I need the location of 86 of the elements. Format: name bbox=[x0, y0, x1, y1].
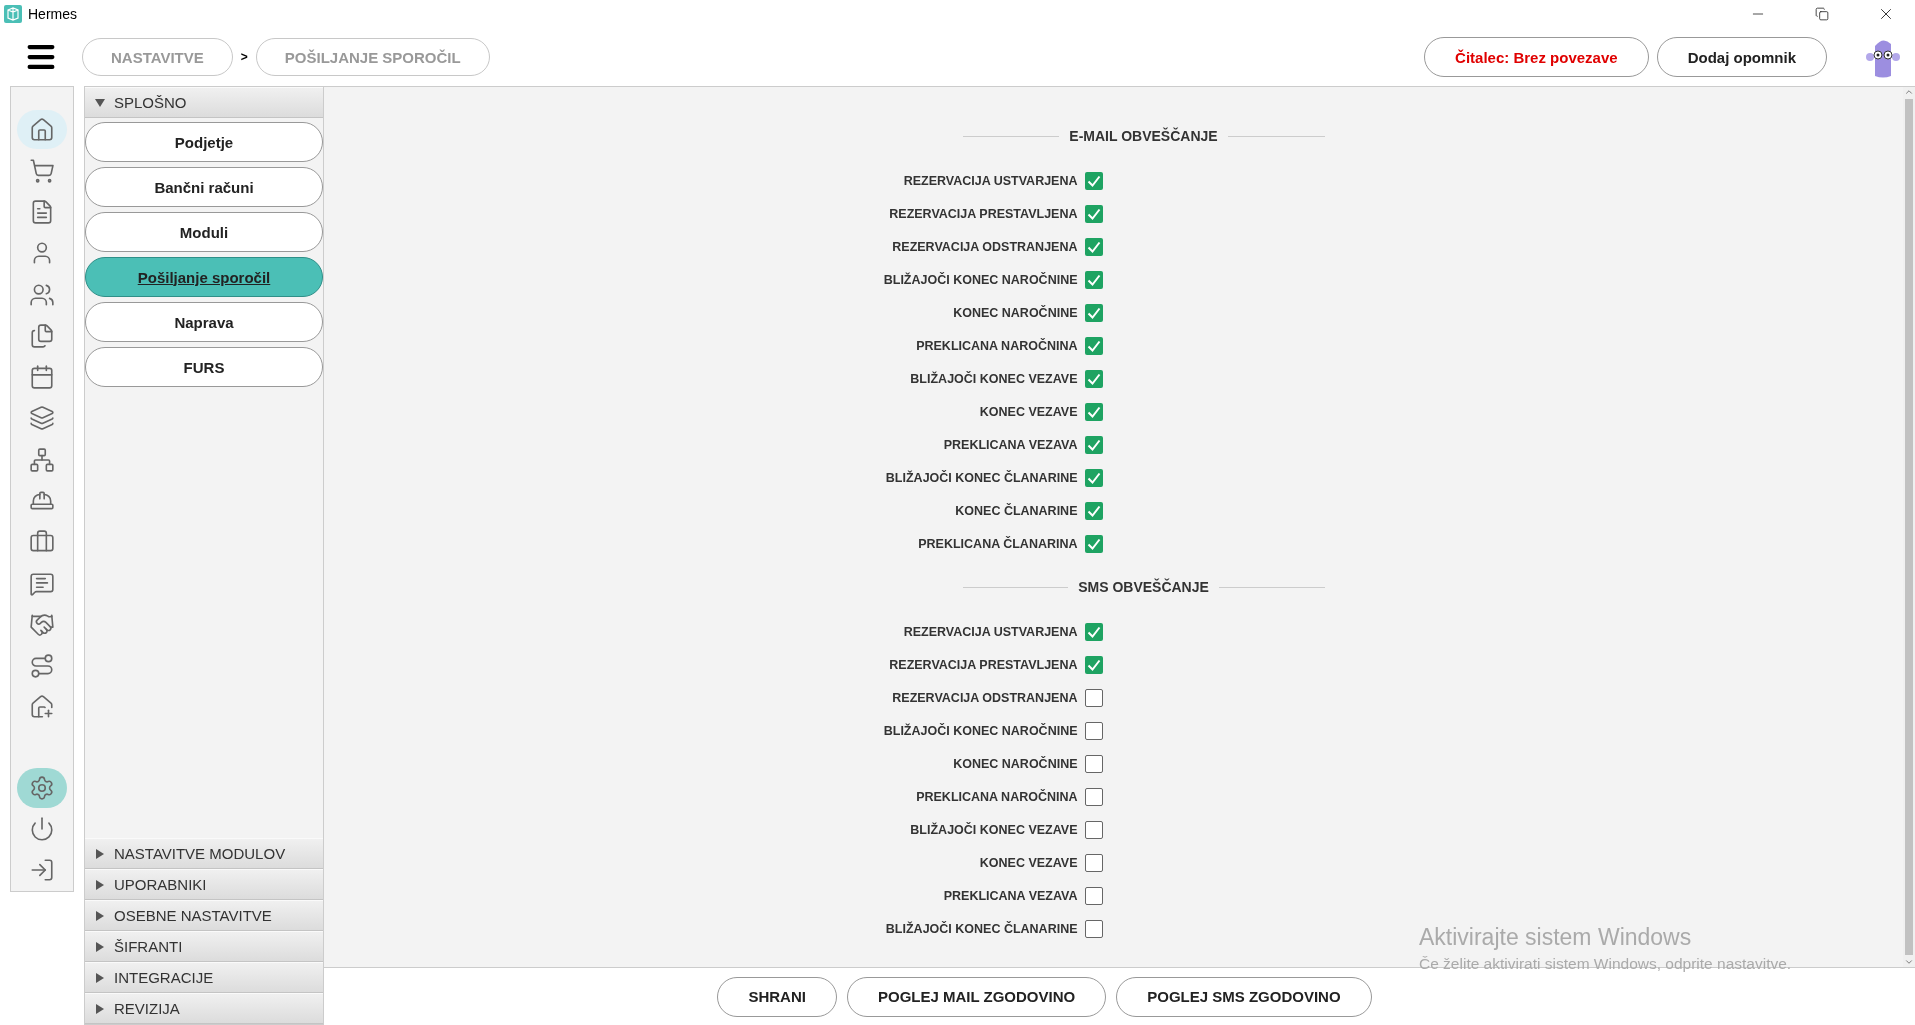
accordion-header[interactable]: ŠIFRANTI bbox=[85, 931, 323, 962]
option-label: KONEC ČLANARINE bbox=[955, 503, 1078, 518]
accordion-title: UPORABNIKI bbox=[114, 876, 207, 893]
checkbox[interactable] bbox=[1084, 820, 1103, 839]
accordion-header[interactable]: OSEBNE NASTAVITVE bbox=[85, 900, 323, 931]
checkbox[interactable] bbox=[1084, 688, 1103, 707]
option-label: BLIŽAJOČI KONEC VEZAVE bbox=[910, 371, 1078, 386]
checkbox[interactable] bbox=[1084, 886, 1103, 905]
expand-icon bbox=[96, 848, 104, 859]
checkbox[interactable] bbox=[1084, 721, 1103, 740]
checkbox[interactable] bbox=[1084, 402, 1103, 421]
option-label: PREKLICANA VEZAVA bbox=[943, 437, 1078, 452]
option-label: REZERVACIJA PRESTAVLJENA bbox=[889, 657, 1078, 672]
breadcrumb-separator: > bbox=[240, 50, 248, 64]
accordion-title: INTEGRACIJE bbox=[114, 969, 214, 986]
accordion-header[interactable]: NASTAVITVE MODULOV bbox=[85, 838, 323, 869]
expand-icon bbox=[96, 910, 104, 921]
accordion-header[interactable]: REVIZIJA bbox=[85, 993, 323, 1024]
option-label: BLIŽAJOČI KONEC NAROČNINE bbox=[883, 272, 1078, 287]
sidebar-item[interactable]: Moduli bbox=[85, 212, 323, 252]
option-label: PREKLICANA NAROČNINA bbox=[916, 338, 1078, 353]
home-icon[interactable] bbox=[17, 110, 67, 150]
option-label: BLIŽAJOČI KONEC ČLANARINE bbox=[885, 470, 1078, 485]
sidebar-item[interactable]: FURS bbox=[85, 347, 323, 387]
checkbox[interactable] bbox=[1084, 336, 1103, 355]
activation-text: Če želite aktivirati sistem Windows, odprite nastavitve. bbox=[1419, 955, 1792, 973]
checkbox[interactable] bbox=[1084, 369, 1103, 388]
checkbox[interactable] bbox=[1084, 787, 1103, 806]
option-label: BLIŽAJOČI KONEC ČLANARINE bbox=[885, 921, 1078, 936]
option-label: KONEC VEZAVE bbox=[979, 855, 1078, 870]
checkbox[interactable] bbox=[1084, 655, 1103, 674]
option-label: KONEC NAROČNINE bbox=[953, 756, 1078, 771]
app-logo-icon bbox=[4, 5, 22, 23]
checkbox[interactable] bbox=[1084, 468, 1103, 487]
option-label: BLIŽAJOČI KONEC NAROČNINE bbox=[883, 723, 1078, 738]
reader-status-button[interactable]: Čitalec: Brez povezave bbox=[1424, 37, 1649, 77]
checkbox[interactable] bbox=[1084, 270, 1103, 289]
expand-icon bbox=[96, 1003, 104, 1014]
accordion-header[interactable]: SPLOŠNO bbox=[85, 87, 323, 118]
checkbox[interactable] bbox=[1084, 237, 1103, 256]
sidebar-item[interactable]: Pošiljanje sporočil bbox=[85, 257, 323, 297]
save-button[interactable]: SHRANI bbox=[717, 976, 837, 1017]
activation-title: Aktivirajte sistem Windows bbox=[1419, 924, 1693, 951]
expand-icon bbox=[96, 941, 104, 952]
window-title: Hermes bbox=[28, 6, 78, 22]
sidebar-item[interactable]: Bančni računi bbox=[85, 167, 323, 207]
accordion-header[interactable]: UPORABNIKI bbox=[85, 869, 323, 900]
sms-history-button[interactable]: POGLEJ SMS ZGODOVINO bbox=[1116, 976, 1372, 1017]
accordion-title: ŠIFRANTI bbox=[114, 938, 183, 955]
sidebar-item[interactable]: Podjetje bbox=[85, 122, 323, 162]
checkbox[interactable] bbox=[1084, 204, 1103, 223]
option-label: KONEC VEZAVE bbox=[979, 404, 1078, 419]
option-label: PREKLICANA VEZAVA bbox=[943, 888, 1078, 903]
option-label: REZERVACIJA ODSTRANJENA bbox=[892, 239, 1078, 254]
section-title: SMS OBVEŠČANJE bbox=[1078, 579, 1209, 595]
option-label: PREKLICANA NAROČNINA bbox=[916, 789, 1078, 804]
checkbox[interactable] bbox=[1084, 171, 1103, 190]
expand-icon bbox=[96, 972, 104, 983]
accordion-header[interactable]: INTEGRACIJE bbox=[85, 962, 323, 993]
checkbox[interactable] bbox=[1084, 435, 1103, 454]
checkbox[interactable] bbox=[1084, 754, 1103, 773]
mail-history-button[interactable]: POGLEJ MAIL ZGODOVINO bbox=[846, 976, 1107, 1017]
option-label: BLIŽAJOČI KONEC VEZAVE bbox=[910, 822, 1078, 837]
checkbox[interactable] bbox=[1084, 303, 1103, 322]
collapse-icon bbox=[95, 98, 105, 107]
add-reminder-button[interactable]: Dodaj opomnik bbox=[1656, 37, 1827, 77]
checkbox[interactable] bbox=[1084, 501, 1103, 520]
checkbox[interactable] bbox=[1084, 534, 1103, 553]
checkbox[interactable] bbox=[1084, 919, 1103, 938]
accordion-title: NASTAVITVE MODULOV bbox=[114, 845, 286, 862]
option-label: REZERVACIJA USTVARJENA bbox=[903, 624, 1078, 639]
restore-icon[interactable] bbox=[1815, 7, 1829, 21]
checkbox[interactable] bbox=[1084, 622, 1103, 641]
checkbox[interactable] bbox=[1084, 853, 1103, 872]
option-label: REZERVACIJA PRESTAVLJENA bbox=[889, 206, 1078, 221]
accordion-title: SPLOŠNO bbox=[114, 94, 187, 111]
accordion-title: OSEBNE NASTAVITVE bbox=[114, 907, 272, 924]
option-label: PREKLICANA ČLANARINA bbox=[918, 536, 1078, 551]
section-title: E-MAIL OBVEŠČANJE bbox=[1069, 128, 1218, 144]
expand-icon bbox=[96, 879, 104, 890]
option-label: REZERVACIJA USTVARJENA bbox=[903, 173, 1078, 188]
sidebar-item[interactable]: Naprava bbox=[85, 302, 323, 342]
option-label: KONEC NAROČNINE bbox=[953, 305, 1078, 320]
option-label: REZERVACIJA ODSTRANJENA bbox=[892, 690, 1078, 705]
accordion-title: REVIZIJA bbox=[114, 1000, 180, 1017]
settings-icon[interactable] bbox=[17, 768, 67, 808]
